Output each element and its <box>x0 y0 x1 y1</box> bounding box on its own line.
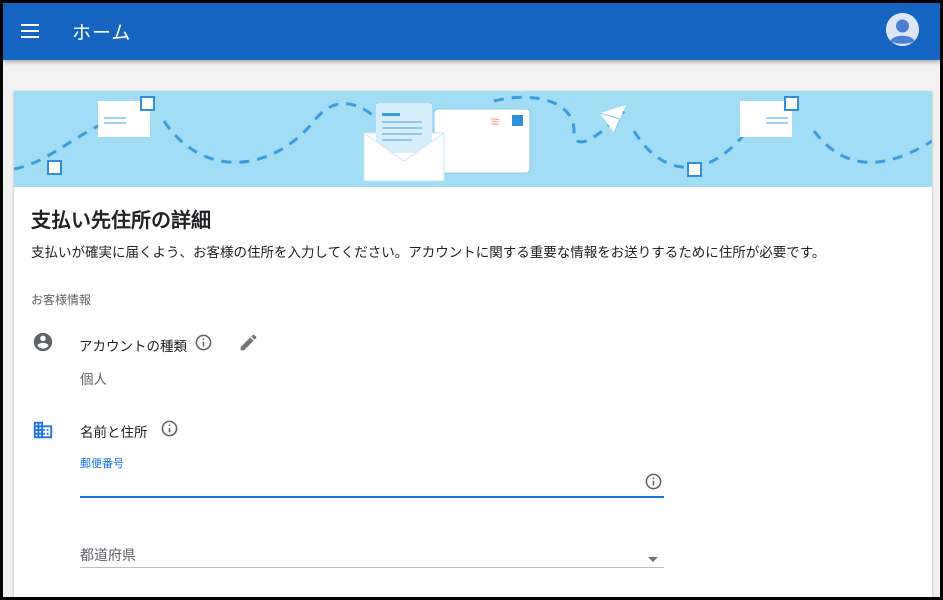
account-circle-icon[interactable] <box>886 13 919 46</box>
info-icon[interactable] <box>160 419 179 442</box>
section-label-customer-info: お客様情報 <box>31 293 92 307</box>
pencil-edit-icon[interactable] <box>238 332 259 357</box>
postal-code-underline <box>80 496 664 498</box>
account-type-value: 個人 <box>80 372 107 388</box>
mail-illustration-banner: ≋ <box>14 91 932 187</box>
card-description: 支払いが確実に届くよう、お客様の住所を入力してください。アカウントに関する重要な… <box>31 245 826 261</box>
billing-address-card: ≋ 支払い先住所の詳細 支払いが確実に届くよう、お客様の住所を入力してください。… <box>14 91 932 597</box>
person-circle-icon <box>32 331 54 357</box>
dropdown-arrow-icon <box>647 549 659 568</box>
info-icon[interactable] <box>194 333 213 356</box>
building-icon <box>32 419 54 445</box>
app-window: ホーム ≋ 支払い先住所の詳細 支払いが確実に届くよう、お客様の住所を入力してく… <box>3 3 940 597</box>
name-address-label: 名前と住所 <box>80 425 148 441</box>
prefecture-select[interactable]: 都道府県 <box>80 539 664 567</box>
app-bar: ホーム <box>3 3 940 60</box>
app-bar-title: ホーム <box>72 22 132 44</box>
account-type-label: アカウントの種類 <box>79 339 187 355</box>
card-title: 支払い先住所の詳細 <box>31 208 211 232</box>
prefecture-underline <box>80 567 664 568</box>
postal-code-label: 郵便番号 <box>80 457 124 470</box>
info-icon[interactable] <box>644 472 663 495</box>
hamburger-menu-icon[interactable] <box>21 20 43 42</box>
postal-code-input[interactable] <box>80 471 640 495</box>
prefecture-placeholder: 都道府県 <box>80 548 136 564</box>
svg-text:≋: ≋ <box>490 115 501 130</box>
